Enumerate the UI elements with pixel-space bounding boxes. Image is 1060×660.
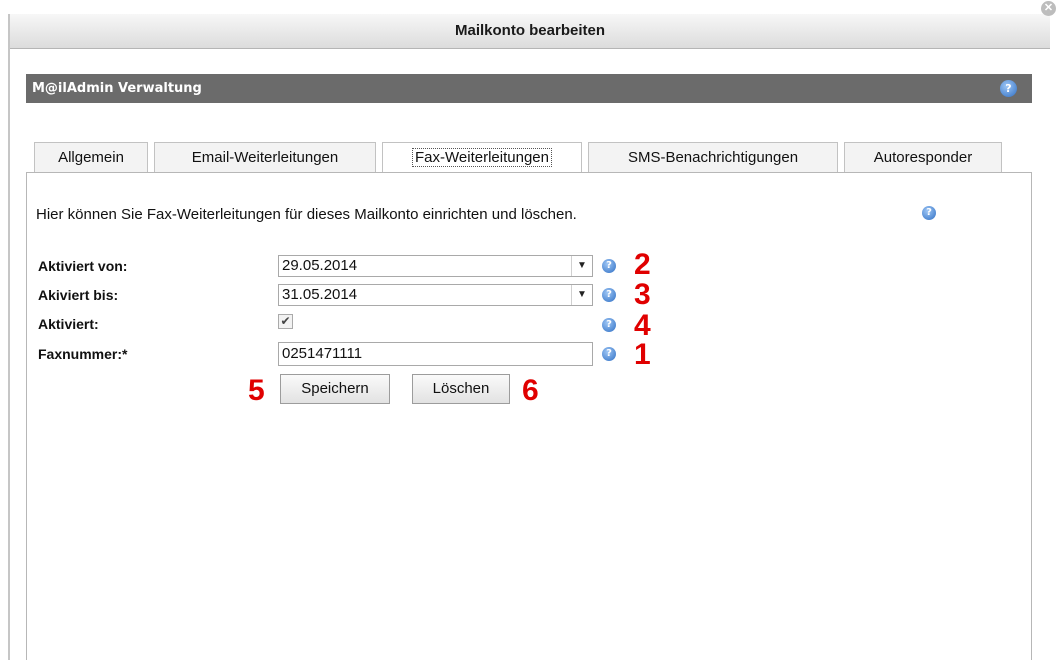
delete-button[interactable]: Löschen — [412, 374, 510, 404]
fax-number-value: 0251471111 — [282, 345, 363, 362]
annotation-number: 6 — [522, 374, 539, 407]
activated-until-value: 31.05.2014 — [282, 286, 358, 303]
panel-header-bar: M@ilAdmin Verwaltung — [26, 74, 1032, 103]
activated-label: Aktiviert: — [38, 316, 99, 332]
activated-until-select[interactable]: 31.05.2014 ▼ — [278, 284, 593, 306]
activated-checkbox[interactable]: ✔ — [278, 314, 293, 329]
tab-label: Email-Weiterleitungen — [191, 149, 339, 166]
chevron-down-icon[interactable]: ▼ — [571, 285, 592, 305]
tab-label: SMS-Benachrichtigungen — [627, 149, 799, 166]
tab-autoresponder[interactable]: Autoresponder — [844, 142, 1002, 172]
intro-text: Hier können Sie Fax-Weiterleitungen für … — [36, 206, 577, 223]
tab-sms-benachrichtigungen[interactable]: SMS-Benachrichtigungen — [588, 142, 838, 172]
annotation-number: 1 — [634, 338, 651, 371]
dialog-titlebar: Mailkonto bearbeiten — [10, 14, 1050, 49]
panel-title: M@ilAdmin Verwaltung — [32, 81, 202, 96]
tab-label: Autoresponder — [873, 149, 973, 166]
activated-from-value: 29.05.2014 — [282, 257, 358, 274]
tab-fax-weiterleitungen[interactable]: Fax-Weiterleitungen — [382, 142, 582, 174]
tab-email-weiterleitungen[interactable]: Email-Weiterleitungen — [154, 142, 376, 172]
help-icon[interactable]: ? — [602, 259, 616, 273]
annotation-number: 2 — [634, 248, 651, 281]
activated-from-label: Aktiviert von: — [38, 258, 128, 274]
annotation-number: 4 — [634, 309, 651, 342]
close-icon[interactable]: ✕ — [1041, 1, 1056, 16]
help-icon[interactable]: ? — [602, 288, 616, 302]
top-strip — [0, 0, 1060, 14]
help-icon[interactable]: ? — [922, 206, 936, 220]
activated-until-label: Akiviert bis: — [38, 287, 119, 303]
save-button[interactable]: Speichern — [280, 374, 390, 404]
chevron-down-icon[interactable]: ▼ — [571, 256, 592, 276]
fax-number-label: Faxnummer:* — [38, 346, 128, 362]
tab-allgemein[interactable]: Allgemein — [34, 142, 148, 172]
dialog-left-border — [8, 14, 10, 660]
tab-label: Fax-Weiterleitungen — [412, 148, 552, 167]
help-icon[interactable]: ? — [602, 318, 616, 332]
help-icon[interactable]: ? — [602, 347, 616, 361]
tab-label: Allgemein — [58, 149, 124, 166]
annotation-number: 3 — [634, 278, 651, 311]
help-icon[interactable]: ? — [1000, 80, 1017, 97]
activated-from-select[interactable]: 29.05.2014 ▼ — [278, 255, 593, 277]
fax-number-input[interactable]: 0251471111 — [278, 342, 593, 366]
dialog-title: Mailkonto bearbeiten — [454, 22, 606, 39]
tab-content-panel — [26, 172, 1032, 660]
annotation-number: 5 — [248, 374, 265, 407]
